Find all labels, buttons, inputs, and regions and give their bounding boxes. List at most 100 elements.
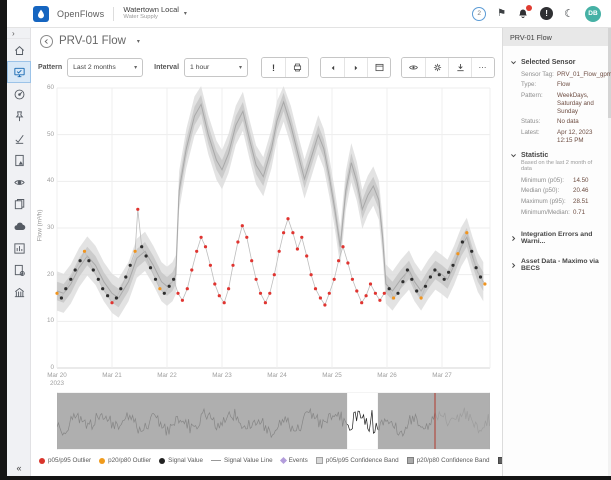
sidebar-item-home[interactable] xyxy=(7,39,31,61)
collapsed-section[interactable]: Integration Errors and Warni... xyxy=(510,231,603,245)
sidebar-item-reports[interactable] xyxy=(7,237,31,259)
sidebar-item-network-monitoring[interactable] xyxy=(7,61,31,83)
section-statistic[interactable]: Statistic xyxy=(510,152,603,159)
step-forward-button[interactable] xyxy=(344,58,367,77)
header-divider xyxy=(113,7,114,21)
field-label: Median (p50): xyxy=(521,187,573,195)
notifications-bell-icon[interactable] xyxy=(517,8,529,20)
home-icon xyxy=(13,44,26,57)
chart-legend: p05/p95 Outlier p20/p80 Outlier Signal Val… xyxy=(39,456,499,465)
sidebar-item-gauge[interactable] xyxy=(7,83,31,105)
panel-field-row: Median (p50):20.46 xyxy=(510,186,603,197)
field-label: Pattern: xyxy=(521,92,557,115)
field-value: No data xyxy=(557,118,603,126)
x-tick-label: Mar 24 xyxy=(257,372,297,379)
sidebar-item-facilities[interactable] xyxy=(7,281,31,303)
legend-square-swatch xyxy=(316,457,323,464)
right-panel: PRV-01 Flow Selected Sensor Sensor Tag:P… xyxy=(502,28,608,476)
download-button[interactable] xyxy=(448,58,471,77)
print-button[interactable] xyxy=(285,58,308,77)
legend-item[interactable]: Signal Value xyxy=(159,457,203,464)
sidebar-item-observations[interactable] xyxy=(7,171,31,193)
sidebar-item-duplicates[interactable] xyxy=(7,193,31,215)
pattern-select[interactable]: Last 2 months▾ xyxy=(67,58,143,77)
sidebar-item-document-settings[interactable] xyxy=(7,259,31,281)
facilities-icon xyxy=(13,286,26,299)
field-value: 0.71 xyxy=(573,209,603,217)
openflows-logo-icon[interactable] xyxy=(33,6,49,22)
range-navigator[interactable] xyxy=(57,392,490,450)
reports-icon xyxy=(13,242,26,255)
document-settings-icon xyxy=(13,264,26,277)
field-label: Sensor Tag: xyxy=(521,71,557,79)
sidebar-collapse-icon[interactable]: « xyxy=(7,463,31,473)
alerts-exclamation-button[interactable]: ! xyxy=(262,58,285,77)
field-value: 20.46 xyxy=(573,187,603,195)
sidebar-item-cloud-data[interactable] xyxy=(7,215,31,237)
legend-item[interactable]: Events xyxy=(281,457,308,464)
legend-item[interactable]: p20/p80 Confidence Band xyxy=(407,457,490,464)
legend-item[interactable]: p20/p80 Outlier xyxy=(99,457,151,464)
map-pin-icon xyxy=(13,110,26,123)
field-value: 28.51 xyxy=(573,198,603,206)
navigator-mask-right[interactable] xyxy=(378,393,490,449)
sidebar-item-document-alert[interactable] xyxy=(7,149,31,171)
legend-diamond-swatch xyxy=(280,457,287,464)
settings-gear-button[interactable] xyxy=(425,58,448,77)
sidebar-item-map-pin[interactable] xyxy=(7,105,31,127)
feedback-icon[interactable]: ! xyxy=(540,7,553,20)
progress-ring-icon[interactable]: 2 xyxy=(472,7,486,21)
legend-label: p05/p95 Outlier xyxy=(48,457,91,464)
navigator-mask-left[interactable] xyxy=(57,393,347,449)
legend-label: p05/p95 Confidence Band xyxy=(326,457,399,464)
more-options-button[interactable]: ⋯ xyxy=(471,58,494,77)
chevron-down-icon[interactable]: ▾ xyxy=(184,10,187,17)
legend-item[interactable]: p05/p95 Confidence Band xyxy=(316,457,399,464)
legend-dot-swatch xyxy=(99,458,105,464)
statistic-subtitle: Based on the last 2 month of data xyxy=(510,160,603,172)
flow-chart[interactable] xyxy=(31,84,502,400)
step-back-button[interactable] xyxy=(321,58,344,77)
x-tick-label: Mar 20 xyxy=(37,372,77,379)
legend-square-swatch xyxy=(407,457,414,464)
network-monitoring-icon xyxy=(13,66,26,79)
chevron-down-icon xyxy=(510,152,517,159)
x-tick-label: Mar 21 xyxy=(92,372,132,379)
section-selected-sensor[interactable]: Selected Sensor xyxy=(510,59,603,66)
date-range-button[interactable] xyxy=(367,58,390,77)
collapsed-section-title: Integration Errors and Warni... xyxy=(521,231,603,245)
interval-select[interactable]: 1 hour▾ xyxy=(184,58,248,77)
collapsed-section[interactable]: Asset Data - Maximo via BECS xyxy=(510,258,603,272)
y-tick-label: 30 xyxy=(36,224,54,231)
visibility-eye-button[interactable] xyxy=(402,58,425,77)
page-title: PRV-01 Flow xyxy=(59,35,126,47)
workspace-selector[interactable]: Watertown Local Water Supply xyxy=(123,6,179,21)
flag-icon[interactable]: ⚑ xyxy=(497,8,506,19)
interval-label: Interval xyxy=(154,64,179,71)
panel-field-row: Pattern:WeekDays, Saturday and Sunday xyxy=(510,91,603,117)
workspace-subtitle: Water Supply xyxy=(123,14,179,20)
legend-label: Signal Value xyxy=(168,457,203,464)
collapsed-section-title: Asset Data - Maximo via BECS xyxy=(521,258,603,272)
dark-mode-moon-icon[interactable]: ☾ xyxy=(564,7,574,20)
sidebar-item-data-quality[interactable] xyxy=(7,127,31,149)
panel-field-row: Minimum/Median:0.71 xyxy=(510,207,603,218)
sidebar-expand-chevron-icon[interactable]: › xyxy=(7,28,30,39)
panel-field-row: Maximum (p95):28.51 xyxy=(510,197,603,208)
y-tick-label: 40 xyxy=(36,177,54,184)
app-name: OpenFlows xyxy=(57,9,104,19)
title-chevron-down-icon[interactable]: ▾ xyxy=(137,38,140,45)
back-button[interactable] xyxy=(40,35,53,48)
legend-item[interactable]: p05/p95 Outlier xyxy=(39,457,91,464)
chevron-right-icon xyxy=(510,262,517,269)
user-avatar[interactable]: DB xyxy=(585,6,601,22)
y-tick-label: 0 xyxy=(36,364,54,371)
y-tick-label: 50 xyxy=(36,131,54,138)
legend-item[interactable]: Signal Value Line xyxy=(211,457,273,464)
chart-toolbar: Pattern Last 2 months▾ Interval 1 hour▾ … xyxy=(31,54,502,81)
panel-field-row: Status:No data xyxy=(510,117,603,128)
panel-field-row: Sensor Tag:PRV_01_Flow_gpm xyxy=(510,69,603,80)
chevron-down-icon: ▾ xyxy=(134,64,137,71)
workspace-name: Watertown Local xyxy=(123,6,179,14)
y-tick-label: 20 xyxy=(36,271,54,278)
